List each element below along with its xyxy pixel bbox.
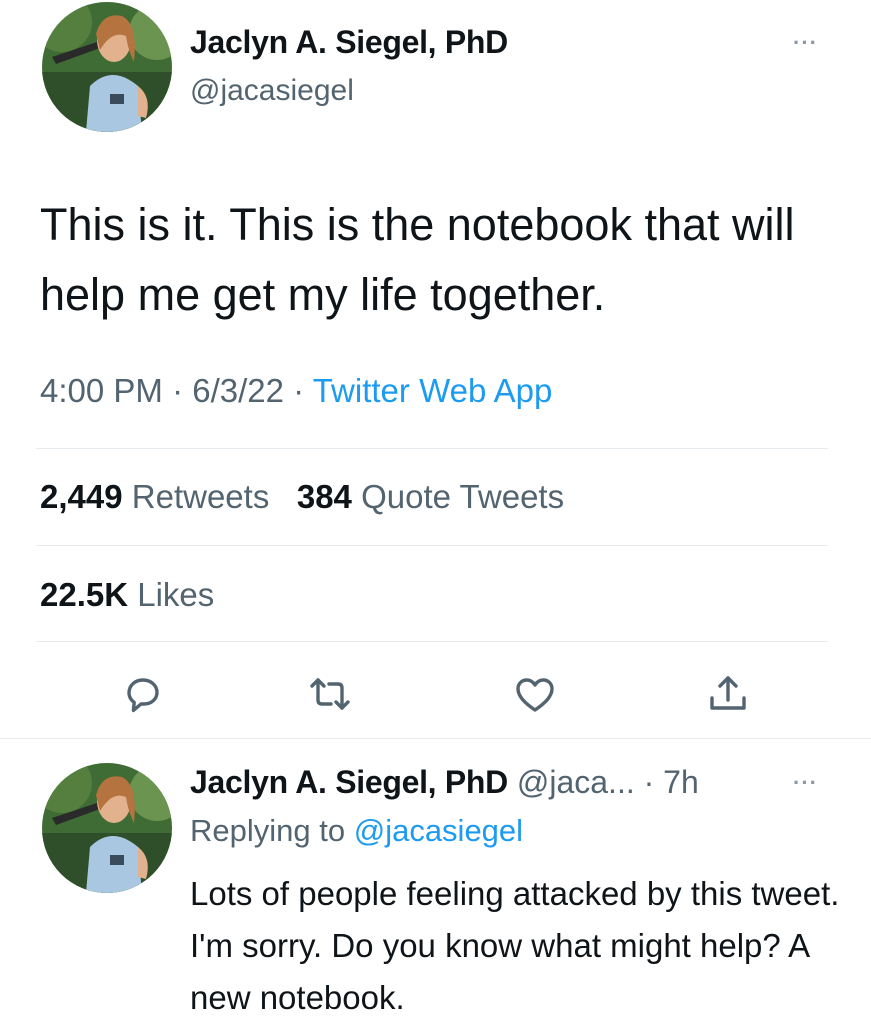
tweet-date[interactable]: 6/3/22: [192, 372, 284, 409]
quote-tweets-stat[interactable]: 384 Quote Tweets: [297, 478, 564, 515]
reply-author-handle[interactable]: @jaca...: [517, 764, 635, 800]
retweets-count: 2,449: [40, 478, 123, 515]
replying-prefix: Replying to: [190, 813, 346, 848]
retweet-button[interactable]: [306, 670, 354, 718]
author-avatar[interactable]: [42, 2, 172, 132]
meta-separator: ·: [283, 372, 313, 409]
replying-to-mention[interactable]: @jacasiegel: [354, 813, 523, 848]
retweets-stat[interactable]: 2,449 Retweets: [40, 478, 269, 515]
thread-divider: [0, 738, 871, 739]
likes-label: Likes: [137, 576, 215, 613]
reply-author-name[interactable]: Jaclyn A. Siegel, PhD: [190, 764, 508, 800]
tweet-text: This is it. This is the notebook that wi…: [40, 199, 795, 320]
tweet-time[interactable]: 4:00 PM: [40, 372, 163, 409]
likes-count: 22.5K: [40, 576, 129, 613]
like-button[interactable]: [511, 670, 559, 718]
reply-time[interactable]: · 7h: [644, 764, 699, 800]
replying-to: Replying to @jacasiegel: [190, 813, 523, 849]
reply-header: Jaclyn A. Siegel, PhD @jaca... · 7h: [190, 764, 699, 801]
divider: [36, 641, 828, 642]
retweets-label: Retweets: [131, 478, 270, 515]
reply-text: Lots of people feeling attacked by this …: [190, 875, 840, 1016]
divider: [36, 448, 828, 449]
reply-more-options-icon[interactable]: ···: [793, 770, 818, 796]
share-icon: [710, 676, 746, 710]
reply-button[interactable]: [119, 670, 167, 718]
author-handle[interactable]: @jacasiegel: [190, 74, 354, 108]
author-name[interactable]: Jaclyn A. Siegel, PhD: [190, 24, 508, 61]
quotes-count: 384: [296, 478, 352, 515]
author-photo: [42, 763, 172, 893]
quotes-label: Quote Tweets: [361, 478, 565, 515]
reply-author-avatar[interactable]: [42, 763, 172, 893]
meta-separator: ·: [162, 372, 193, 409]
like-icon: [516, 678, 554, 712]
tweet-meta: 4:00 PM · 6/3/22 · Twitter Web App: [40, 372, 552, 410]
engagement-stats: 2,449 Retweets 384 Quote Tweets: [40, 478, 564, 516]
share-button[interactable]: [704, 670, 752, 718]
author-photo: [42, 2, 172, 132]
tweet-source-link[interactable]: Twitter Web App: [313, 372, 553, 409]
more-options-icon[interactable]: ···: [793, 30, 818, 56]
likes-stat[interactable]: 22.5K Likes: [40, 576, 214, 614]
retweet-icon: [310, 678, 350, 710]
divider: [36, 545, 828, 546]
reply-icon: [127, 678, 159, 713]
